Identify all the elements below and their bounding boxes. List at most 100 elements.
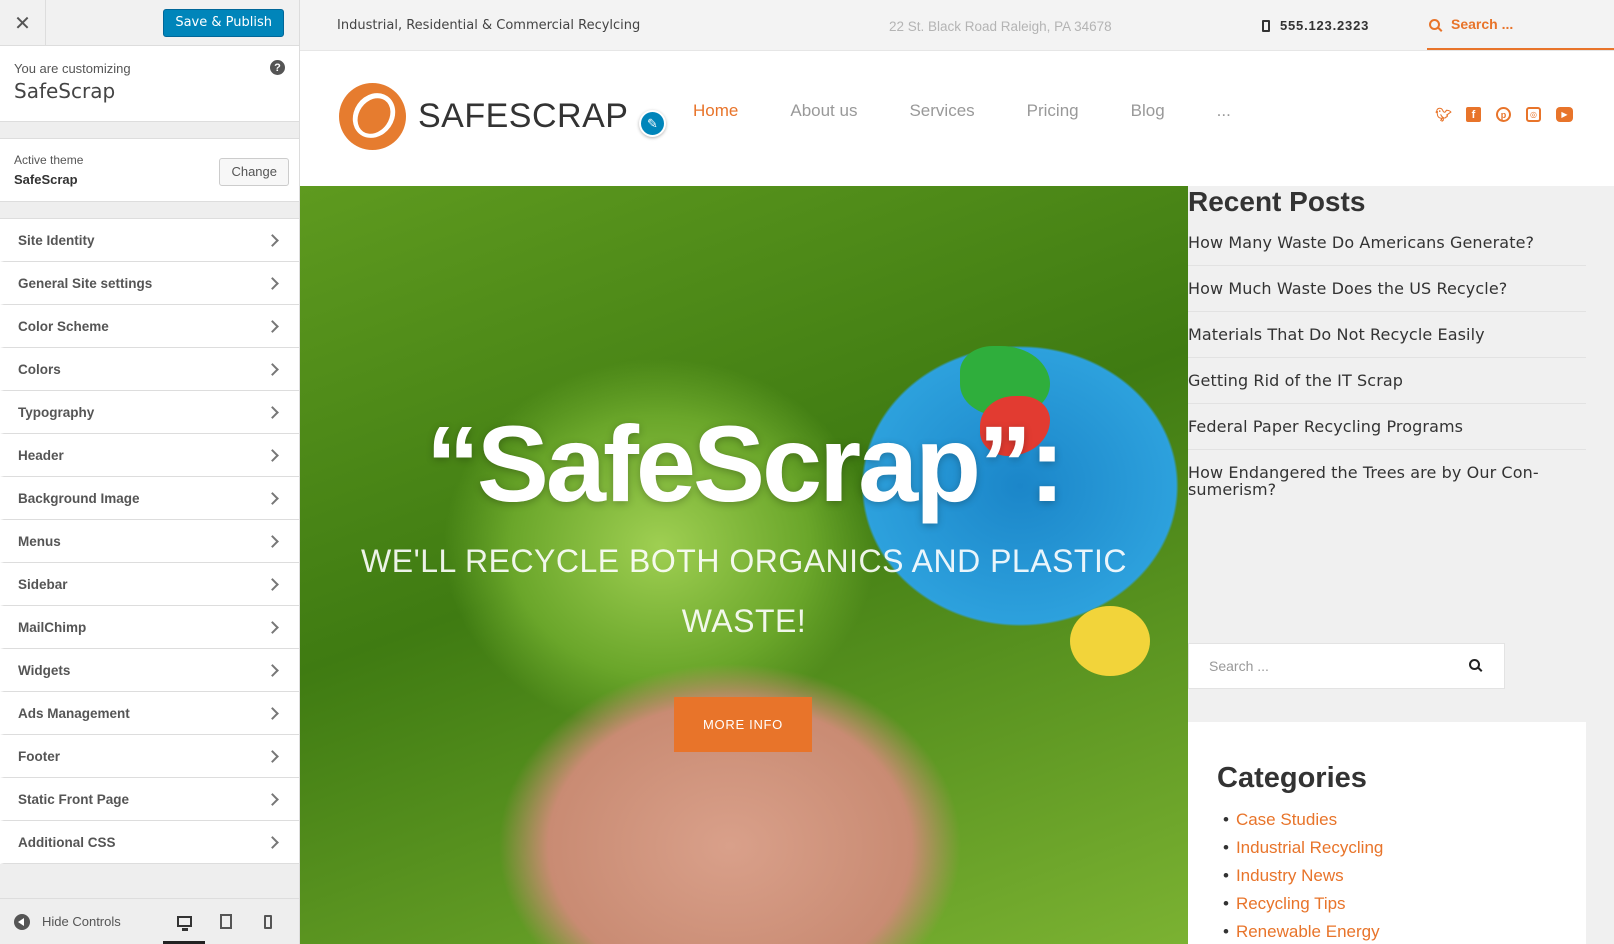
more-info-button[interactable]: MORE INFO [674,697,812,752]
customizer-footer: Hide Controls [0,898,299,944]
customizer-section-item[interactable]: Site Identity [0,219,299,262]
desktop-preview-button[interactable] [163,899,205,944]
customizer-section-item[interactable]: Background Image [0,477,299,520]
tablet-preview-button[interactable] [205,899,247,944]
customizer-section-item[interactable]: MailChimp [0,606,299,649]
device-preview-switcher [163,899,289,944]
customizer-section-item[interactable]: Footer [0,735,299,778]
collapse-icon [14,913,30,930]
header-search-placeholder: Search ... [1451,16,1514,32]
sidebar-search-input[interactable]: Search ... [1188,643,1505,689]
sidebar-search-placeholder: Search ... [1209,658,1269,674]
customizing-label: You are customizing [14,61,131,76]
categories-title: Categories [1217,762,1367,794]
site-tagline: Industrial, Residential & Commercial Rec… [337,18,641,33]
phone-number: 555.123.2323 [1280,18,1370,33]
site-navbar: SAFESCRAP ✎ Home About us Services Pricing B… [300,51,1614,186]
recent-posts-list: How Many Waste Do Americans Generate? How… [1188,218,1586,512]
menu-item[interactable]: About us [790,101,857,121]
category-link[interactable]: Renewable Energy [1217,922,1557,942]
pinterest-icon[interactable]: p [1496,107,1511,122]
chevron-right-icon [266,749,279,763]
section-label: Background Image [18,490,140,506]
chevron-right-icon [266,448,279,462]
chevron-right-icon [266,491,279,505]
header-search-input[interactable]: Search ... [1427,0,1614,50]
category-link[interactable]: Case Studies [1217,810,1557,830]
chevron-right-icon [266,835,279,849]
twitter-icon[interactable]: 🐦︎ [1435,107,1452,122]
logo-text: SAFESCRAP [418,97,629,135]
customizer-section-item[interactable]: Typography [0,391,299,434]
section-label: General Site settings [18,275,153,291]
chevron-right-icon [266,362,279,376]
site-address: 22 St. Black Road Raleigh, PA 34678 [889,19,1112,34]
customizer-panel: ✕ Save & Publish You are customizing Saf… [0,0,300,944]
section-label: Color Scheme [18,318,109,334]
customizer-section-item[interactable]: Static Front Page [0,778,299,821]
close-icon[interactable]: ✕ [0,0,46,46]
chevron-right-icon [266,577,279,591]
menu-item[interactable]: Services [909,101,974,121]
site-phone: 555.123.2323 [1262,18,1369,33]
recent-post-link[interactable]: How Much Waste Does the US Recycle? [1188,266,1586,312]
hero-subtitle: WE'LL RECYCLE BOTH ORGANICS AND PLASTIC … [361,543,1127,639]
category-link[interactable]: Industrial Recycling [1217,838,1557,858]
help-icon[interactable]: ? [270,60,285,75]
logo-mark-icon [339,83,406,150]
instagram-icon[interactable]: ◎ [1526,107,1541,122]
tablet-icon [220,914,232,929]
customizer-section-list: Site Identity General Site settings Color … [0,218,299,864]
customizer-section-item[interactable]: Header [0,434,299,477]
search-icon [1429,18,1440,30]
phone-icon [1262,19,1270,32]
edit-pencil-icon[interactable]: ✎ [639,110,666,137]
customizing-info: You are customizing SafeScrap ? [0,46,299,122]
customizer-section-item[interactable]: Sidebar [0,563,299,606]
customizer-section-item[interactable]: Widgets [0,649,299,692]
save-publish-button[interactable]: Save & Publish [163,9,284,37]
menu-item[interactable]: ... [1217,101,1231,121]
recent-post-link[interactable]: Getting Rid of the IT Scrap [1188,358,1586,404]
site-preview: Industrial, Residential & Commercial Rec… [300,0,1614,944]
section-label: Colors [18,361,61,377]
recent-post-link[interactable]: How Endangered the Trees are by Our Con-… [1188,450,1586,512]
facebook-icon[interactable]: f [1466,107,1481,122]
hero-title: “SafeScrap”: [425,403,1065,524]
search-icon[interactable] [1469,659,1480,670]
mobile-preview-button[interactable] [247,899,289,944]
youtube-icon[interactable]: ▶ [1556,107,1573,122]
site-sidebar: Recent Posts How Many Waste Do Americans… [1188,186,1614,944]
site-logo[interactable]: SAFESCRAP [339,83,628,150]
change-theme-button[interactable]: Change [219,158,289,186]
menu-item[interactable]: Blog [1131,101,1165,121]
social-links: 🐦︎ f p ◎ ▶ [1421,107,1573,122]
section-label: MailChimp [18,619,87,635]
section-label: Typography [18,404,95,420]
hide-controls-button[interactable]: Hide Controls [14,913,121,930]
section-label: Site Identity [18,232,95,248]
customizer-section-item[interactable]: Additional CSS [0,821,299,864]
chevron-right-icon [266,706,279,720]
customizer-section-item[interactable]: Colors [0,348,299,391]
mobile-icon [264,914,272,929]
section-label: Static Front Page [18,791,130,807]
recent-post-link[interactable]: Materials That Do Not Recycle Easily [1188,312,1586,358]
chevron-right-icon [266,663,279,677]
customizer-section-item[interactable]: Ads Management [0,692,299,735]
recent-post-link[interactable]: How Many Waste Do Americans Generate? [1188,218,1586,266]
menu-item[interactable]: Home [693,101,738,121]
recent-post-link[interactable]: Federal Paper Recycling Programs [1188,404,1586,450]
customizer-section-item[interactable]: General Site settings [0,262,299,305]
chevron-right-icon [266,534,279,548]
categories-list: Case Studies Industrial Recycling Industry… [1217,810,1557,942]
customizer-header: ✕ Save & Publish [0,0,299,46]
category-link[interactable]: Recycling Tips [1217,894,1557,914]
category-link[interactable]: Industry News [1217,866,1557,886]
section-label: Ads Management [18,705,130,721]
menu-item[interactable]: Pricing [1027,101,1079,121]
chevron-right-icon [266,620,279,634]
customizer-section-item[interactable]: Color Scheme [0,305,299,348]
customizer-section-item[interactable]: Menus [0,520,299,563]
hide-controls-label: Hide Controls [42,914,121,929]
